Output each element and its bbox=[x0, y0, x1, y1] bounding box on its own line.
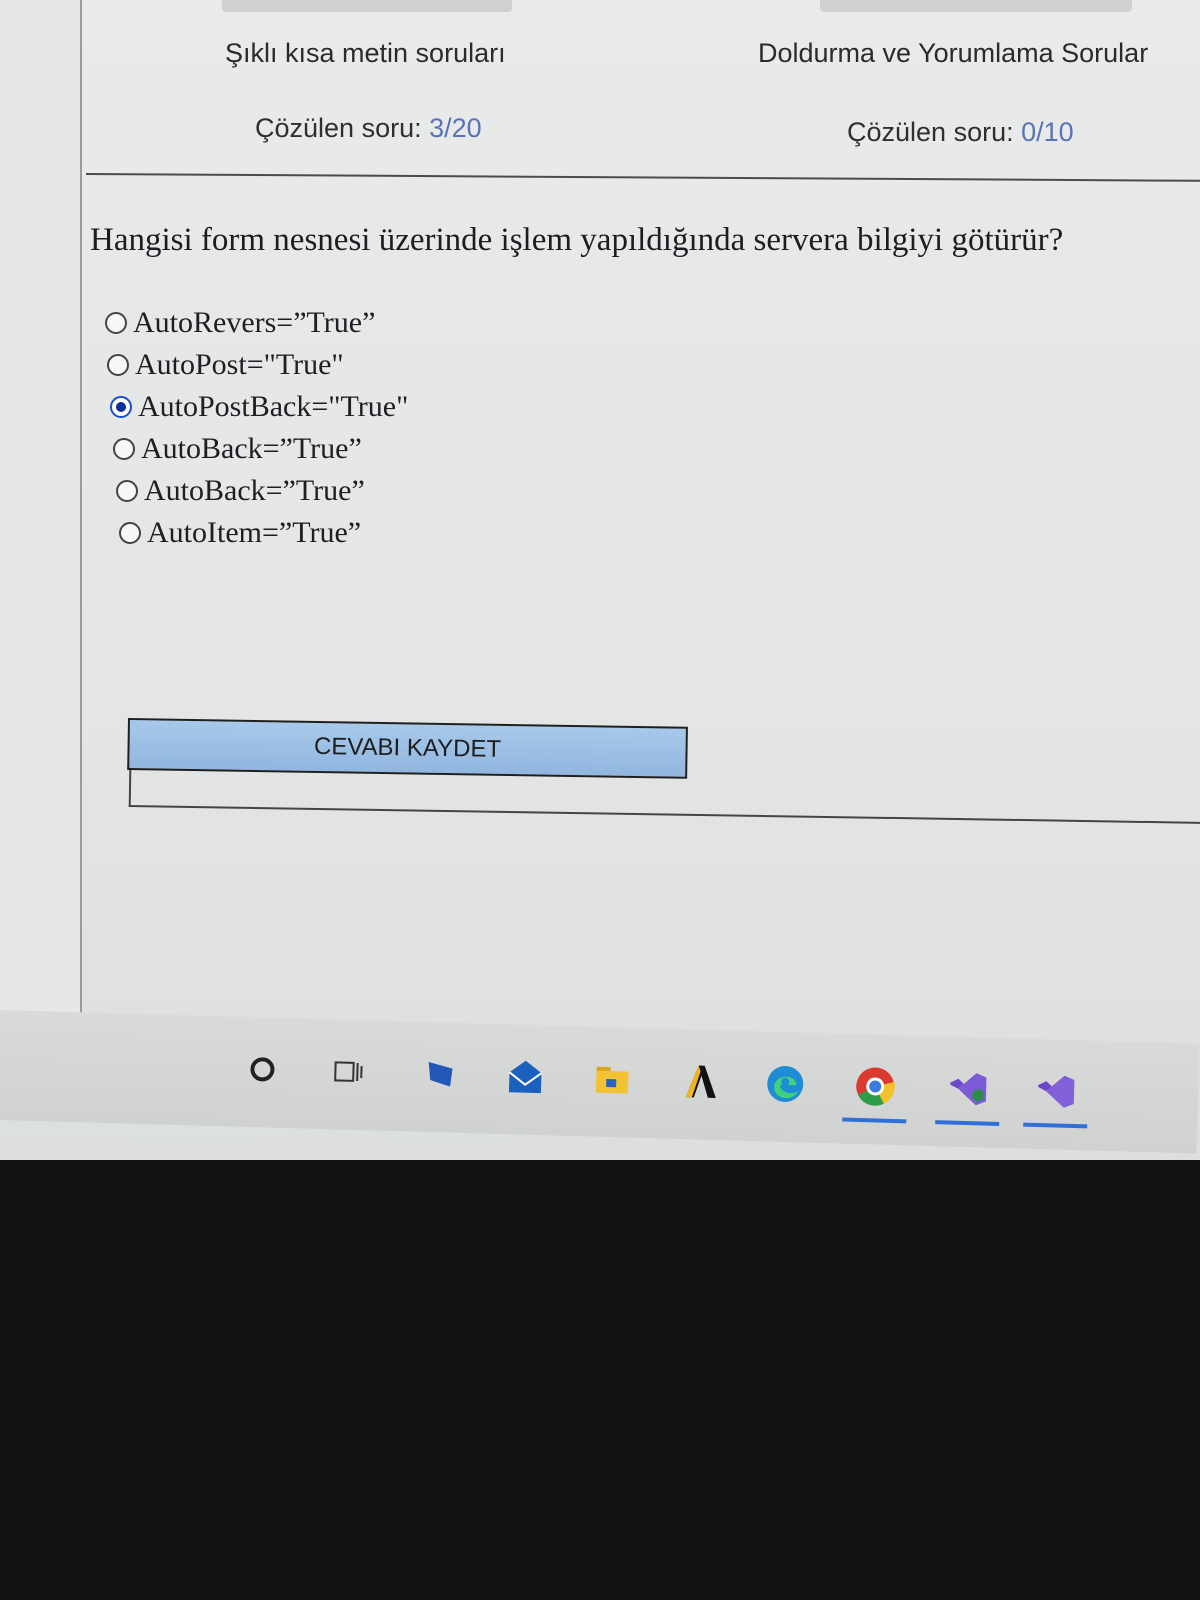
question-text: Hangisi form nesnesi üzerinde işlem yapı… bbox=[90, 222, 1064, 258]
radio-button[interactable] bbox=[107, 354, 129, 376]
answer-option-label: AutoItem=”True” bbox=[147, 516, 362, 549]
tab-top-edge bbox=[222, 0, 512, 12]
radio-button-selected[interactable] bbox=[110, 396, 132, 418]
visual-studio-installer-icon[interactable] bbox=[935, 1066, 1000, 1126]
answer-option-label: AutoBack=”True” bbox=[141, 432, 362, 465]
page-left-margin bbox=[0, 0, 82, 1030]
answer-option[interactable]: AutoPost="True" bbox=[107, 344, 408, 386]
visual-studio-icon[interactable] bbox=[1023, 1069, 1088, 1129]
answer-option-label: AutoBack=”True” bbox=[144, 474, 365, 507]
radio-button[interactable] bbox=[113, 438, 135, 460]
solved-count-label: Çözülen soru: bbox=[255, 113, 422, 143]
active-app-indicator bbox=[935, 1120, 1000, 1126]
category-title-fill-in[interactable]: Doldurma ve Yorumlama Sorular bbox=[758, 38, 1148, 69]
file-explorer-icon[interactable] bbox=[418, 1052, 463, 1097]
answer-option[interactable]: AutoItem=”True” bbox=[119, 512, 408, 554]
mail-icon[interactable] bbox=[503, 1054, 548, 1099]
answer-option-selected[interactable]: AutoPostBack="True" bbox=[110, 386, 408, 428]
category-title-multiple-choice[interactable]: Şıklı kısa metin soruları bbox=[225, 38, 506, 69]
tab-top-edge bbox=[820, 0, 1132, 12]
solved-count-value: 3/20 bbox=[429, 113, 482, 143]
answer-option-label: AutoPost="True" bbox=[135, 348, 344, 381]
header-divider bbox=[85, 173, 1200, 182]
edge-icon[interactable] bbox=[763, 1061, 808, 1106]
laptop-bezel bbox=[0, 1160, 1200, 1600]
solved-count-fill-in: Çözülen soru: 0/10 bbox=[847, 117, 1074, 148]
answer-options: AutoRevers=”True” AutoPost="True" AutoPo… bbox=[105, 302, 408, 554]
answer-option-label: AutoRevers=”True” bbox=[133, 306, 376, 339]
solved-count-multiple-choice: Çözülen soru: 3/20 bbox=[255, 113, 482, 144]
search-icon[interactable] bbox=[240, 1047, 285, 1092]
active-app-indicator bbox=[842, 1117, 907, 1124]
radio-button[interactable] bbox=[119, 522, 141, 544]
task-view-icon[interactable] bbox=[326, 1049, 371, 1094]
answer-option[interactable]: AutoRevers=”True” bbox=[105, 302, 408, 344]
answer-option-label: AutoPostBack="True" bbox=[138, 390, 409, 423]
taskbar bbox=[0, 1010, 1200, 1154]
answer-option[interactable]: AutoBack=”True” bbox=[113, 428, 408, 470]
app-a-icon[interactable] bbox=[678, 1059, 723, 1104]
solved-count-label: Çözülen soru: bbox=[847, 117, 1014, 147]
browser-viewport: Şıklı kısa metin soruları Doldurma ve Yo… bbox=[0, 0, 1200, 1160]
radio-button[interactable] bbox=[105, 312, 127, 334]
chrome-icon[interactable] bbox=[842, 1064, 907, 1124]
answer-option[interactable]: AutoBack=”True” bbox=[116, 470, 408, 512]
active-app-indicator bbox=[1023, 1122, 1088, 1129]
save-answer-button[interactable]: CEVABI KAYDET bbox=[127, 718, 688, 779]
folder-icon[interactable] bbox=[590, 1057, 635, 1102]
radio-button[interactable] bbox=[116, 480, 138, 502]
solved-count-value: 0/10 bbox=[1021, 117, 1074, 147]
